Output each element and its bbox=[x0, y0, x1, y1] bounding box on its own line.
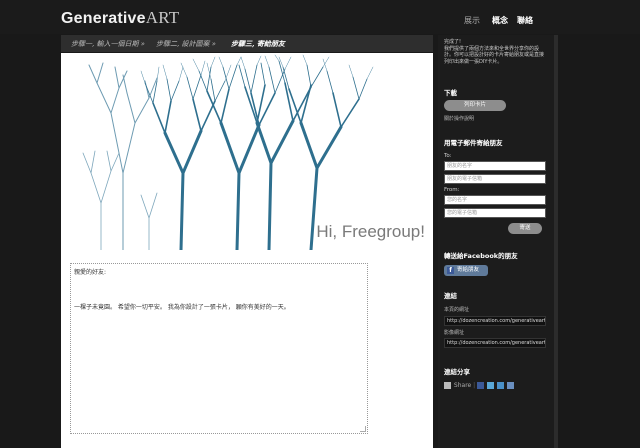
print-help-link[interactable]: 關於操作說明 bbox=[444, 115, 474, 122]
friend-email-input[interactable]: 朋友的電子信箱 bbox=[444, 174, 546, 184]
page-url-field[interactable]: http://dozencreation.com/generativeart/s… bbox=[444, 316, 546, 326]
scrollbar[interactable] bbox=[554, 35, 558, 448]
share-title: 連結分享 bbox=[444, 368, 470, 376]
your-name-input[interactable]: 您的名字 bbox=[444, 195, 546, 205]
message-line-1: 親愛的好友: bbox=[74, 269, 107, 276]
download-title: 下載 bbox=[444, 89, 457, 97]
facebook-share-icon[interactable] bbox=[477, 382, 485, 389]
send-button[interactable]: 寄送 bbox=[508, 223, 542, 234]
twitter-share-icon[interactable] bbox=[487, 382, 495, 389]
sidebar-intro: 完成了! 我們提供了兩個方法來和全世界分享你的設計。你可以把設計好的卡片寄給朋友… bbox=[444, 39, 545, 65]
image-url-label: 影像網址 bbox=[444, 330, 465, 336]
card-preview: Hi, Freegroup! bbox=[61, 53, 433, 250]
share-plus-icon[interactable] bbox=[444, 382, 451, 389]
step-2[interactable]: 步驟二, 設計圖案 » bbox=[156, 39, 216, 49]
step-1[interactable]: 步驟一, 輸入一個日期 » bbox=[71, 39, 145, 49]
top-bar: GenerativeART 展示 概念 聯絡 bbox=[0, 0, 640, 34]
sidebar: 完成了! 我們提供了兩個方法來和全世界分享你的設計。你可以把設計好的卡片寄給朋友… bbox=[438, 35, 554, 448]
message-panel: 親愛的好友: 一棵子未竟園。 希望你一切平安。 我為你設計了一張卡片， 願你有美… bbox=[61, 250, 433, 448]
steps-bar: 步驟一, 輸入一個日期 » 步驟二, 設計圖案 » 步驟三, 寄給朋友 bbox=[61, 35, 433, 52]
image-url-field[interactable]: http://dozencreation.com/generativeart/s… bbox=[444, 338, 546, 348]
email-share-icon[interactable] bbox=[496, 382, 504, 389]
step-3: 步驟三, 寄給朋友 bbox=[231, 39, 285, 48]
resize-handle[interactable] bbox=[360, 426, 366, 432]
share-label[interactable]: Share bbox=[454, 382, 471, 389]
your-email-input[interactable]: 您的電子信箱 bbox=[444, 208, 546, 218]
more-share-icon[interactable] bbox=[506, 382, 514, 389]
from-label: From: bbox=[444, 187, 460, 193]
nav-item-concept[interactable]: 概念 bbox=[492, 15, 508, 26]
facebook-icon: f bbox=[447, 267, 454, 274]
message-line-2: 一棵子未竟園。 希望你一切平安。 我為你設計了一張卡片， 願你有美好的一天。 bbox=[74, 304, 290, 311]
facebook-send-button[interactable]: f 寄給朋友 bbox=[444, 265, 488, 276]
links-title: 連結 bbox=[444, 292, 457, 300]
to-label: To: bbox=[444, 153, 452, 159]
friend-name-input[interactable]: 朋友的名字 bbox=[444, 161, 546, 171]
tree-artwork bbox=[82, 54, 374, 250]
message-textarea[interactable]: 親愛的好友: 一棵子未竟園。 希望你一切平安。 我為你設計了一張卡片， 願你有美… bbox=[70, 263, 368, 434]
facebook-title: 轉送給Facebook的朋友 bbox=[444, 252, 518, 260]
print-card-button[interactable]: 列印卡片 bbox=[444, 100, 506, 111]
card-greeting: Hi, Freegroup! bbox=[316, 222, 425, 241]
site-logo[interactable]: GenerativeART bbox=[61, 8, 179, 28]
email-title: 用電子郵件寄給朋友 bbox=[444, 139, 503, 147]
share-bar: Share | bbox=[444, 382, 515, 389]
nav-item-contact[interactable]: 聯絡 bbox=[517, 15, 533, 26]
page-url-label: 本頁的網址 bbox=[444, 307, 470, 313]
nav-item-gallery[interactable]: 展示 bbox=[464, 15, 480, 26]
